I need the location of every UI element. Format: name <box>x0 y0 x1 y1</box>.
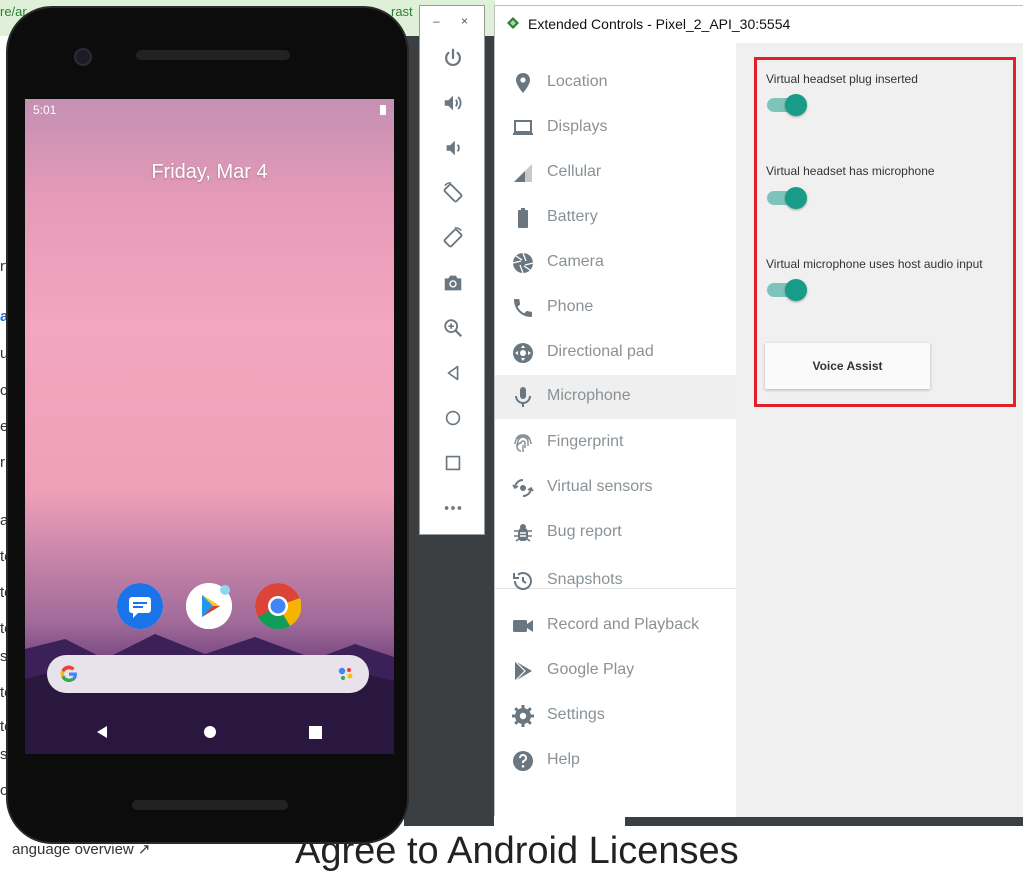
toggle-knob <box>785 279 807 301</box>
nav-item-directional-pad[interactable]: Directional pad <box>495 331 736 375</box>
close-button[interactable]: × <box>461 14 468 28</box>
nav-item-label: Snapshots <box>547 571 623 588</box>
nav-item-label: Cellular <box>547 163 602 180</box>
video-camera-icon <box>513 620 533 632</box>
home-icon[interactable] <box>203 725 217 739</box>
play-icon <box>514 660 532 682</box>
sensors-icon <box>512 479 534 497</box>
signal-icon <box>514 164 532 182</box>
nav-item-label: Bug report <box>547 523 622 540</box>
more-icon[interactable] <box>441 496 465 520</box>
nav-item-location[interactable]: Location <box>495 61 736 105</box>
nav-item-label: Fingerprint <box>547 433 624 450</box>
nav-item-microphone[interactable]: Microphone <box>495 375 736 419</box>
location-pin-icon <box>516 73 530 93</box>
laptop-icon <box>513 120 533 135</box>
nav-item-label: Settings <box>547 706 605 723</box>
nav-item-label: Camera <box>547 253 604 270</box>
bug-icon <box>514 524 532 542</box>
camera-icon[interactable] <box>441 271 465 295</box>
window-title: Extended Controls - Pixel_2_API_30:5554 <box>528 16 791 32</box>
back-icon[interactable] <box>441 361 465 385</box>
headset-plug-toggle[interactable] <box>767 94 807 116</box>
nav-item-label: Battery <box>547 208 598 225</box>
toggle-knob <box>785 187 807 209</box>
headset-plug-label: Virtual headset plug inserted <box>766 72 918 86</box>
back-icon[interactable] <box>95 725 109 739</box>
power-icon[interactable] <box>441 46 465 70</box>
extended-controls-nav: Location Displays Cellular Battery Camer… <box>495 43 736 817</box>
nav-item-label: Phone <box>547 298 594 315</box>
headset-mic-toggle[interactable] <box>767 187 807 209</box>
phone-icon <box>514 299 532 317</box>
nav-item-label: Help <box>547 751 580 768</box>
overview-icon[interactable] <box>441 451 465 475</box>
assistant-dots-icon[interactable] <box>337 665 355 683</box>
nav-item-camera[interactable]: Camera <box>495 241 736 285</box>
headset-mic-label: Virtual headset has microphone <box>766 164 935 178</box>
nav-item-help[interactable]: Help <box>495 739 736 783</box>
fingerprint-icon <box>514 434 532 452</box>
dpad-icon <box>513 343 533 363</box>
zoom-icon[interactable] <box>441 316 465 340</box>
phone-screen[interactable]: 5:01 Friday, Mar 4 <box>25 99 394 754</box>
voice-assist-button[interactable]: Voice Assist <box>765 343 930 389</box>
nav-item-label: Displays <box>547 118 608 135</box>
microphone-icon <box>515 387 531 407</box>
earpiece-speaker <box>136 50 290 60</box>
nav-item-label: Location <box>547 73 608 90</box>
gear-icon <box>512 705 534 727</box>
battery-icon <box>518 208 528 228</box>
nav-item-label: Google Play <box>547 661 635 678</box>
google-search-bar[interactable] <box>47 655 369 693</box>
play-store-icon[interactable] <box>186 583 232 629</box>
nav-item-virtual-sensors[interactable]: Virtual sensors <box>495 466 736 510</box>
google-g-icon <box>60 665 77 683</box>
battery-status-icon <box>380 105 386 115</box>
home-icon[interactable] <box>441 406 465 430</box>
emulator-toolbar: – × <box>419 5 485 535</box>
minimize-button[interactable]: – <box>433 14 440 28</box>
front-camera <box>74 48 92 66</box>
nav-item-battery[interactable]: Battery <box>495 196 736 240</box>
emulator-app-icon <box>507 17 519 29</box>
messages-icon[interactable] <box>117 583 163 629</box>
nav-item-displays[interactable]: Displays <box>495 106 736 150</box>
status-time: 5:01 <box>33 103 57 117</box>
history-icon <box>513 572 532 590</box>
url-fragment: rast <box>391 4 413 19</box>
nav-item-fingerprint[interactable]: Fingerprint <box>495 421 736 465</box>
host-audio-label: Virtual microphone uses host audio input <box>766 257 983 271</box>
lockscreen-date: Friday, Mar 4 <box>151 161 268 183</box>
nav-item-label: Microphone <box>547 387 631 404</box>
volume-up-icon[interactable] <box>441 91 465 115</box>
nav-item-cellular[interactable]: Cellular <box>495 151 736 195</box>
bottom-speaker <box>132 800 288 810</box>
nav-item-settings[interactable]: Settings <box>495 694 736 738</box>
host-audio-toggle[interactable] <box>767 279 807 301</box>
nav-item-phone[interactable]: Phone <box>495 286 736 330</box>
rotate-left-icon[interactable] <box>441 181 465 205</box>
nav-item-label: Directional pad <box>547 343 654 360</box>
volume-down-icon[interactable] <box>441 136 465 160</box>
nav-item-snapshots[interactable]: Snapshots <box>495 559 736 603</box>
window-titlebar[interactable]: Extended Controls - Pixel_2_API_30:5554 <box>495 6 1023 43</box>
nav-item-bug-report[interactable]: Bug report <box>495 511 736 555</box>
chrome-icon[interactable] <box>255 583 301 629</box>
nav-item-label: Virtual sensors <box>547 478 653 495</box>
aperture-icon <box>512 252 534 274</box>
rotate-right-icon[interactable] <box>441 226 465 250</box>
help-icon <box>513 751 533 771</box>
nav-item-label: Record and Playback <box>547 616 700 633</box>
nav-item-google-play[interactable]: Google Play <box>495 649 736 693</box>
recents-icon[interactable] <box>309 726 322 739</box>
toggle-knob <box>785 94 807 116</box>
nav-item-record-and-playback[interactable]: Record and Playback <box>495 604 736 648</box>
phone-navigation-bar <box>25 711 394 751</box>
